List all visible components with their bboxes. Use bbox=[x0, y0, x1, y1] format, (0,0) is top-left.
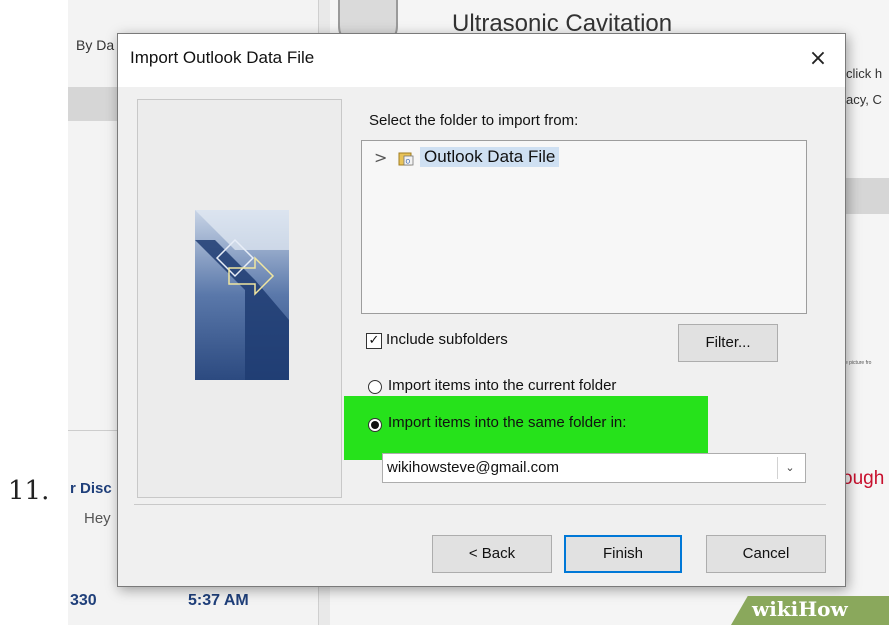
filter-button[interactable]: Filter... bbox=[678, 324, 778, 362]
radio-selected-dot bbox=[371, 421, 379, 429]
wizard-graphic-icon bbox=[195, 210, 289, 380]
back-button[interactable]: < Back bbox=[432, 535, 552, 573]
wizard-image-panel bbox=[137, 99, 342, 498]
svg-text:O: O bbox=[406, 159, 411, 166]
message-time: 5:37 AM bbox=[188, 592, 249, 609]
tree-item-outlook-data-file[interactable]: Outlook Data File bbox=[420, 147, 560, 167]
wikihow-logo-suffix: How bbox=[798, 597, 848, 621]
wikihow-logo: wikiHow bbox=[752, 597, 848, 621]
outlook-data-file-icon: O bbox=[398, 152, 414, 166]
dialog-separator bbox=[134, 504, 826, 505]
reading-pane-text-2: acy, C bbox=[846, 92, 882, 107]
cancel-button[interactable]: Cancel bbox=[706, 535, 826, 573]
account-select-value: wikihowsteve@gmail.com bbox=[387, 459, 559, 476]
radio-current-folder[interactable] bbox=[368, 380, 382, 394]
chevron-right-icon[interactable]: > bbox=[374, 148, 387, 167]
dialog-titlebar: Import Outlook Data File × bbox=[118, 34, 845, 87]
message-sender[interactable]: r Disc bbox=[70, 480, 112, 497]
radio-same-folder[interactable] bbox=[368, 418, 382, 432]
import-dialog: Import Outlook Data File × Select the fo… bbox=[117, 33, 846, 587]
wikihow-logo-prefix: wiki bbox=[752, 597, 799, 621]
close-button[interactable]: × bbox=[801, 42, 835, 76]
message-preview: Hey bbox=[84, 510, 111, 527]
folder-tree[interactable]: > O Outlook Data File bbox=[361, 140, 807, 314]
sort-by-label: By Da bbox=[76, 37, 115, 53]
include-subfolders-checkbox[interactable]: ✓ bbox=[366, 333, 382, 349]
step-number: 11. bbox=[8, 476, 50, 506]
reading-pane-red-text: ough bbox=[842, 468, 885, 489]
message-number: 330 bbox=[70, 592, 97, 609]
chevron-down-icon[interactable]: ⌄ bbox=[777, 457, 802, 479]
finish-button[interactable]: Finish bbox=[564, 535, 682, 573]
include-subfolders-label[interactable]: Include subfolders bbox=[386, 331, 508, 348]
reading-pane-text-1: click h bbox=[846, 66, 883, 81]
dialog-title: Import Outlook Data File bbox=[130, 48, 315, 67]
account-select[interactable]: wikihowsteve@gmail.com ⌄ bbox=[382, 453, 806, 483]
radio-same-folder-label[interactable]: Import items into the same folder in: bbox=[388, 414, 626, 431]
select-folder-label: Select the folder to import from: bbox=[369, 112, 579, 129]
radio-current-folder-label[interactable]: Import items into the current folder bbox=[388, 377, 616, 394]
tiny-caption: e picture fro bbox=[845, 360, 872, 366]
